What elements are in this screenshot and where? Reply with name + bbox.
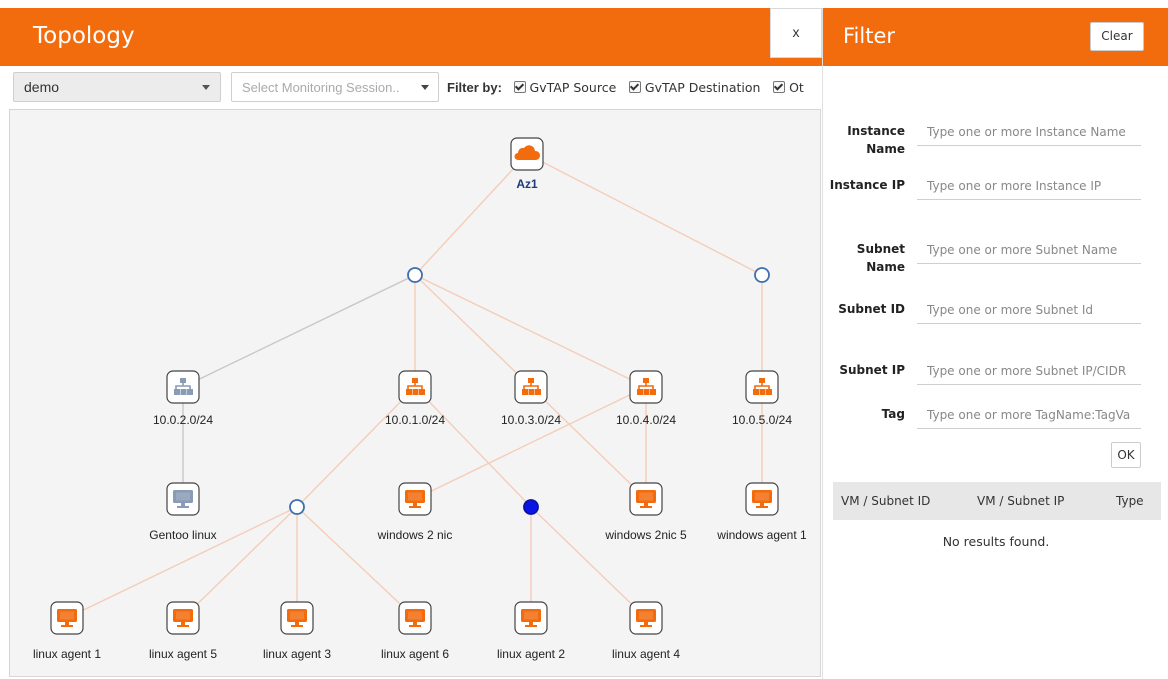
instance-name-input[interactable] xyxy=(917,118,1141,146)
edge-h1-s2 xyxy=(414,274,532,388)
instance-label: windows 2nic 5 xyxy=(604,528,687,542)
instance-label: linux agent 5 xyxy=(149,647,217,661)
instance-label: linux agent 3 xyxy=(263,647,331,661)
instance-ip-input[interactable] xyxy=(917,172,1141,200)
filter-row-instance-ip: Instance IP xyxy=(823,172,1168,222)
tag-label: Tag xyxy=(881,407,905,421)
instance-node[interactable] xyxy=(398,482,432,516)
topology-canvas[interactable]: Az1 10.0.2.0/24 10.0.1.0/24 10.0.3.0/24 10.0… xyxy=(9,109,821,677)
instance-label: windows agent 1 xyxy=(716,528,807,542)
filter-panel: Filter Clear Instance Name Instance IP S… xyxy=(822,8,1168,679)
topology-header: Topology xyxy=(0,8,822,66)
subnet-ip-label: Subnet IP xyxy=(839,363,905,377)
subnet-node[interactable] xyxy=(629,370,663,404)
edge-h3-l3 xyxy=(296,506,416,619)
other-checkbox[interactable] xyxy=(773,81,786,93)
subnet-label: 10.0.3.0/24 xyxy=(501,413,561,427)
instance-node[interactable] xyxy=(166,601,200,635)
edge-az-h1 xyxy=(414,153,528,276)
subnet-name-label: Subnet Name xyxy=(856,242,905,274)
instance-node[interactable] xyxy=(629,601,663,635)
instance-node[interactable] xyxy=(629,482,663,516)
filter-header: Filter Clear xyxy=(823,8,1168,66)
filter-title: Filter xyxy=(843,24,896,48)
other-label: Ot xyxy=(789,80,804,95)
edge-s2-i2 xyxy=(530,386,647,500)
filter-by-label: Filter by: xyxy=(447,80,502,95)
filter-row-subnet-ip: Subnet IP xyxy=(823,357,1168,407)
hub-node[interactable] xyxy=(407,267,423,283)
hub-node-selected[interactable] xyxy=(523,499,539,515)
chevron-down-icon xyxy=(202,85,210,90)
ok-button[interactable]: OK xyxy=(1111,442,1141,468)
hub-node[interactable] xyxy=(754,267,770,283)
edge-h3-l0 xyxy=(66,506,298,619)
filter-row-instance-name: Instance Name xyxy=(823,118,1168,168)
topology-graph[interactable]: Az1 10.0.2.0/24 10.0.1.0/24 10.0.3.0/24 10.0… xyxy=(10,110,820,676)
cloud-connection-select[interactable]: demo xyxy=(13,72,221,102)
instance-label: linux agent 6 xyxy=(381,647,449,661)
monitoring-session-select[interactable]: Select Monitoring Session.. xyxy=(231,72,439,102)
cloud-connection-value: demo xyxy=(24,79,60,95)
edge-hb-l5 xyxy=(530,506,647,619)
subnet-node[interactable] xyxy=(166,370,200,404)
gvtap-destination-checkbox[interactable] xyxy=(628,81,641,93)
subnet-name-input[interactable] xyxy=(917,236,1141,264)
instance-node[interactable] xyxy=(514,601,548,635)
filter-row-subnet-name: Subnet Name xyxy=(823,236,1168,286)
topology-toolbar: demo Select Monitoring Session.. Filter … xyxy=(0,66,822,108)
edge-h1-s3 xyxy=(414,274,647,388)
monitoring-session-placeholder: Select Monitoring Session.. xyxy=(242,80,400,95)
instance-label: linux agent 4 xyxy=(612,647,680,661)
edge-s1-h3 xyxy=(296,386,416,508)
subnet-ip-input[interactable] xyxy=(917,357,1141,385)
subnet-node[interactable] xyxy=(514,370,548,404)
column-header-ip[interactable]: VM / Subnet IP xyxy=(977,494,1064,508)
subnet-id-input[interactable] xyxy=(917,296,1141,324)
gvtap-source-label: GvTAP Source xyxy=(529,80,617,95)
topology-title: Topology xyxy=(33,23,135,49)
edge-h1-s0 xyxy=(182,274,416,388)
instance-node[interactable] xyxy=(280,601,314,635)
column-header-id[interactable]: VM / Subnet ID xyxy=(841,494,930,508)
gvtap-source-checkbox[interactable] xyxy=(513,81,526,93)
edge-s3-i1 xyxy=(414,386,647,500)
instance-name-label: Instance Name xyxy=(847,124,905,156)
subnet-label: 10.0.1.0/24 xyxy=(385,413,445,427)
filter-row-subnet-id: Subnet ID xyxy=(823,296,1168,346)
instance-label: windows 2 nic xyxy=(377,528,453,542)
subnet-label: 10.0.5.0/24 xyxy=(732,413,792,427)
az-label: Az1 xyxy=(516,177,538,191)
subnet-label: 10.0.2.0/24 xyxy=(153,413,213,427)
instance-node[interactable] xyxy=(166,482,200,516)
edge-h3-l1 xyxy=(182,506,298,619)
edge-az-h2 xyxy=(526,153,763,276)
instance-label: linux agent 2 xyxy=(497,647,565,661)
instance-node[interactable] xyxy=(745,482,779,516)
instance-node[interactable] xyxy=(398,601,432,635)
subnet-node[interactable] xyxy=(398,370,432,404)
close-button[interactable]: x xyxy=(770,8,822,58)
topology-nodes: Az1 10.0.2.0/24 10.0.1.0/24 10.0.3.0/24 10.0… xyxy=(33,137,807,661)
subnet-label: 10.0.4.0/24 xyxy=(616,413,676,427)
results-table-header: VM / Subnet ID VM / Subnet IP Type xyxy=(833,482,1161,520)
subnet-id-label: Subnet ID xyxy=(838,302,905,316)
instance-ip-label: Instance IP xyxy=(829,178,905,192)
hub-node[interactable] xyxy=(289,499,305,515)
instance-label: Gentoo linux xyxy=(149,528,216,542)
tag-input[interactable] xyxy=(917,401,1141,429)
subnet-node[interactable] xyxy=(745,370,779,404)
instance-node[interactable] xyxy=(50,601,84,635)
chevron-down-icon xyxy=(421,85,429,90)
filter-by-group: Filter by: GvTAP Source GvTAP Destinatio… xyxy=(447,80,813,95)
column-header-type[interactable]: Type xyxy=(1116,494,1144,508)
az-node[interactable] xyxy=(510,137,544,171)
gvtap-destination-label: GvTAP Destination xyxy=(644,80,761,95)
no-results-message: No results found. xyxy=(942,534,1050,549)
edge-s1-hb xyxy=(414,386,532,508)
clear-button[interactable]: Clear xyxy=(1090,22,1144,51)
topology-panel: Topology x demo Select Monitoring Sessio… xyxy=(0,0,822,679)
instance-label: linux agent 1 xyxy=(33,647,101,661)
